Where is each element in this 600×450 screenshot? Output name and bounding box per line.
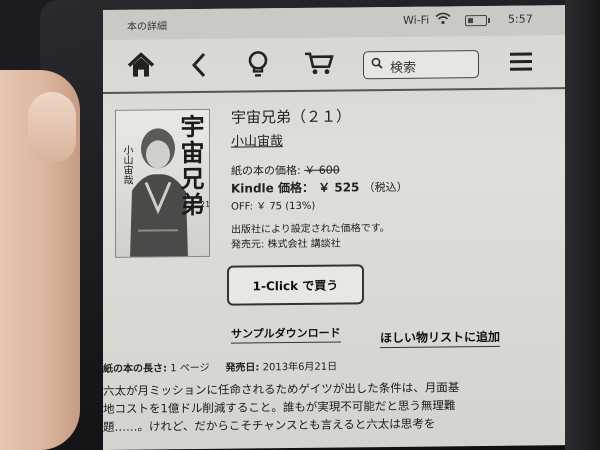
- device-bezel-right: [565, 0, 600, 450]
- thumb: [28, 92, 76, 162]
- print-price-value: ￥ 600: [304, 163, 340, 177]
- back-icon[interactable]: [183, 51, 215, 79]
- length-label: 紙の本の長さ:: [103, 363, 167, 375]
- release-label: 発売日:: [225, 362, 260, 374]
- seller: 発売元: 株式会社 講談社: [231, 238, 341, 251]
- print-price-label: 紙の本の価格:: [231, 163, 301, 178]
- description-line: 題……。けれど、だからこそチャンスとも言えると六太は思考を: [103, 416, 436, 434]
- wifi-icon: [435, 12, 451, 27]
- kindle-price-value: ￥ 525: [318, 180, 360, 195]
- kindle-screen: 本の詳細 Wi-Fi 5:57 検索 宇宙兄弟 小山宙哉 21 宇宙兄弟（２１）…: [103, 5, 565, 450]
- menu-icon[interactable]: [505, 47, 537, 75]
- author-link[interactable]: 小山宙哉: [231, 130, 283, 150]
- kindle-price-label: Kindle 価格：: [231, 180, 314, 196]
- toolbar: 検索: [103, 37, 565, 94]
- length-value: 1 ページ: [170, 362, 210, 375]
- one-click-buy-button[interactable]: 1-Click で買う: [227, 264, 364, 306]
- tax-note: （税込）: [363, 180, 408, 195]
- status-title: 本の詳細: [127, 21, 167, 33]
- book-title: 宇宙兄弟（２１）: [231, 107, 352, 127]
- add-to-wishlist-link[interactable]: ほしい物リストに追加: [380, 327, 501, 349]
- description: 六太が月ミッションに任命されるためゲイツが出した条件は、月面基 地コストを1億ド…: [103, 377, 553, 436]
- publisher-note: 出版社により設定された価格です。: [231, 222, 390, 236]
- kindle-price: Kindle 価格： ￥ 525 （税込）: [231, 178, 408, 197]
- search-icon: [371, 57, 383, 73]
- book-cover: 宇宙兄弟 小山宙哉 21: [115, 108, 210, 258]
- search-placeholder: 検索: [390, 60, 417, 76]
- cover-volume: 21: [200, 199, 210, 209]
- wifi-label: Wi-Fi: [403, 13, 430, 27]
- discount: OFF: ￥ 75 (13%): [231, 200, 316, 213]
- battery-icon: [465, 14, 487, 27]
- print-price: 紙の本の価格: ￥ 600: [231, 162, 340, 179]
- cover-author: 小山宙哉: [121, 144, 132, 185]
- status-bar: 本の詳細 Wi-Fi 5:57: [103, 5, 565, 41]
- cart-icon[interactable]: [303, 50, 335, 78]
- search-input[interactable]: 検索: [363, 50, 479, 80]
- release-value: 2013年6月21日: [262, 361, 338, 374]
- lightbulb-icon[interactable]: [242, 50, 274, 78]
- clock: 5:57: [508, 12, 533, 26]
- book-meta: 紙の本の長さ: 1 ページ 発売日: 2013年6月21日: [103, 358, 337, 375]
- home-icon[interactable]: [125, 51, 157, 79]
- sample-download-link[interactable]: サンプルダウンロード: [231, 324, 341, 344]
